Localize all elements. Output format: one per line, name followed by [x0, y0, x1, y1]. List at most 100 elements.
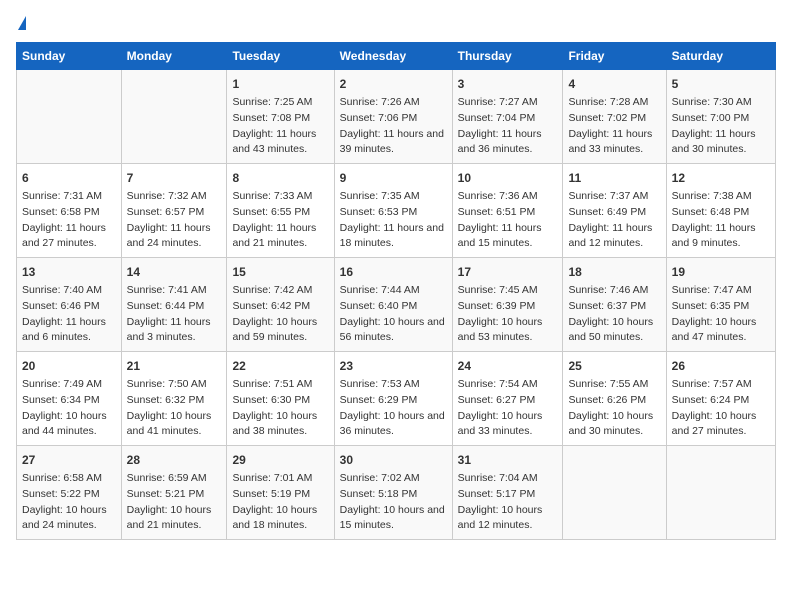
day-cell: 19 Sunrise: 7:47 AM Sunset: 6:35 PM Dayli…	[666, 258, 775, 352]
header-cell-sunday: Sunday	[17, 43, 122, 70]
day-content: Sunrise: 7:33 AM Sunset: 6:55 PM Dayligh…	[232, 189, 328, 252]
day-cell: 15 Sunrise: 7:42 AM Sunset: 6:42 PM Dayli…	[227, 258, 334, 352]
day-number: 17	[458, 263, 558, 281]
day-content: Sunrise: 7:28 AM Sunset: 7:02 PM Dayligh…	[568, 95, 660, 158]
day-cell: 18 Sunrise: 7:46 AM Sunset: 6:37 PM Dayli…	[563, 258, 666, 352]
day-number: 20	[22, 357, 116, 375]
day-cell: 4 Sunrise: 7:28 AM Sunset: 7:02 PM Daylig…	[563, 70, 666, 164]
day-cell: 8 Sunrise: 7:33 AM Sunset: 6:55 PM Daylig…	[227, 164, 334, 258]
day-content: Sunrise: 7:49 AM Sunset: 6:34 PM Dayligh…	[22, 377, 116, 440]
logo-icon	[18, 16, 26, 30]
day-number: 12	[672, 169, 770, 187]
day-cell: 9 Sunrise: 7:35 AM Sunset: 6:53 PM Daylig…	[334, 164, 452, 258]
day-number: 19	[672, 263, 770, 281]
day-number: 18	[568, 263, 660, 281]
day-number: 11	[568, 169, 660, 187]
day-content: Sunrise: 7:27 AM Sunset: 7:04 PM Dayligh…	[458, 95, 558, 158]
day-number: 8	[232, 169, 328, 187]
day-content: Sunrise: 7:47 AM Sunset: 6:35 PM Dayligh…	[672, 283, 770, 346]
day-cell	[563, 446, 666, 540]
day-content: Sunrise: 7:44 AM Sunset: 6:40 PM Dayligh…	[340, 283, 447, 346]
header-cell-saturday: Saturday	[666, 43, 775, 70]
day-cell: 25Sunrise: 7:55 AM Sunset: 6:26 PM Dayli…	[563, 352, 666, 446]
day-content: Sunrise: 7:30 AM Sunset: 7:00 PM Dayligh…	[672, 95, 770, 158]
day-content: Sunrise: 7:01 AM Sunset: 5:19 PM Dayligh…	[232, 471, 328, 534]
day-number: 30	[340, 451, 447, 469]
day-cell: 13Sunrise: 7:40 AM Sunset: 6:46 PM Dayli…	[17, 258, 122, 352]
header-cell-tuesday: Tuesday	[227, 43, 334, 70]
week-row-5: 27Sunrise: 6:58 AM Sunset: 5:22 PM Dayli…	[17, 446, 776, 540]
day-number: 28	[127, 451, 222, 469]
calendar-body: 1 Sunrise: 7:25 AM Sunset: 7:08 PM Daylig…	[17, 70, 776, 540]
week-row-2: 6 Sunrise: 7:31 AM Sunset: 6:58 PM Daylig…	[17, 164, 776, 258]
day-number: 16	[340, 263, 447, 281]
day-content: Sunrise: 7:36 AM Sunset: 6:51 PM Dayligh…	[458, 189, 558, 252]
day-content: Sunrise: 6:59 AM Sunset: 5:21 PM Dayligh…	[127, 471, 222, 534]
day-content: Sunrise: 7:45 AM Sunset: 6:39 PM Dayligh…	[458, 283, 558, 346]
day-number: 5	[672, 75, 770, 93]
week-row-4: 20 Sunrise: 7:49 AM Sunset: 6:34 PM Dayli…	[17, 352, 776, 446]
day-cell	[17, 70, 122, 164]
day-cell: 3 Sunrise: 7:27 AM Sunset: 7:04 PM Daylig…	[452, 70, 563, 164]
day-content: Sunrise: 7:42 AM Sunset: 6:42 PM Dayligh…	[232, 283, 328, 346]
day-number: 26	[672, 357, 770, 375]
day-number: 14	[127, 263, 222, 281]
day-number: 25	[568, 357, 660, 375]
header-cell-wednesday: Wednesday	[334, 43, 452, 70]
day-cell: 30 Sunrise: 7:02 AM Sunset: 5:18 PM Dayli…	[334, 446, 452, 540]
day-number: 15	[232, 263, 328, 281]
day-number: 1	[232, 75, 328, 93]
day-cell: 24Sunrise: 7:54 AM Sunset: 6:27 PM Dayli…	[452, 352, 563, 446]
day-content: Sunrise: 7:02 AM Sunset: 5:18 PM Dayligh…	[340, 471, 447, 534]
header-cell-monday: Monday	[121, 43, 227, 70]
calendar-table: SundayMondayTuesdayWednesdayThursdayFrid…	[16, 42, 776, 540]
day-number: 29	[232, 451, 328, 469]
day-cell: 11 Sunrise: 7:37 AM Sunset: 6:49 PM Dayli…	[563, 164, 666, 258]
day-number: 21	[127, 357, 222, 375]
day-cell	[121, 70, 227, 164]
week-row-1: 1 Sunrise: 7:25 AM Sunset: 7:08 PM Daylig…	[17, 70, 776, 164]
day-cell: 12Sunrise: 7:38 AM Sunset: 6:48 PM Dayli…	[666, 164, 775, 258]
day-cell: 10 Sunrise: 7:36 AM Sunset: 6:51 PM Dayli…	[452, 164, 563, 258]
day-cell: 17 Sunrise: 7:45 AM Sunset: 6:39 PM Dayli…	[452, 258, 563, 352]
day-content: Sunrise: 7:41 AM Sunset: 6:44 PM Dayligh…	[127, 283, 222, 346]
day-cell: 2Sunrise: 7:26 AM Sunset: 7:06 PM Daylig…	[334, 70, 452, 164]
day-cell: 29 Sunrise: 7:01 AM Sunset: 5:19 PM Dayli…	[227, 446, 334, 540]
day-content: Sunrise: 7:50 AM Sunset: 6:32 PM Dayligh…	[127, 377, 222, 440]
day-number: 2	[340, 75, 447, 93]
day-content: Sunrise: 7:46 AM Sunset: 6:37 PM Dayligh…	[568, 283, 660, 346]
day-cell: 26Sunrise: 7:57 AM Sunset: 6:24 PM Dayli…	[666, 352, 775, 446]
day-cell: 31 Sunrise: 7:04 AM Sunset: 5:17 PM Dayli…	[452, 446, 563, 540]
day-cell: 21 Sunrise: 7:50 AM Sunset: 6:32 PM Dayli…	[121, 352, 227, 446]
day-cell: 1 Sunrise: 7:25 AM Sunset: 7:08 PM Daylig…	[227, 70, 334, 164]
header-cell-thursday: Thursday	[452, 43, 563, 70]
week-row-3: 13Sunrise: 7:40 AM Sunset: 6:46 PM Dayli…	[17, 258, 776, 352]
day-cell: 6 Sunrise: 7:31 AM Sunset: 6:58 PM Daylig…	[17, 164, 122, 258]
day-number: 6	[22, 169, 116, 187]
day-content: Sunrise: 7:53 AM Sunset: 6:29 PM Dayligh…	[340, 377, 447, 440]
day-number: 9	[340, 169, 447, 187]
day-number: 4	[568, 75, 660, 93]
day-cell: 7 Sunrise: 7:32 AM Sunset: 6:57 PM Daylig…	[121, 164, 227, 258]
day-cell: 22Sunrise: 7:51 AM Sunset: 6:30 PM Dayli…	[227, 352, 334, 446]
day-cell: 5 Sunrise: 7:30 AM Sunset: 7:00 PM Daylig…	[666, 70, 775, 164]
day-cell	[666, 446, 775, 540]
day-content: Sunrise: 6:58 AM Sunset: 5:22 PM Dayligh…	[22, 471, 116, 534]
day-content: Sunrise: 7:25 AM Sunset: 7:08 PM Dayligh…	[232, 95, 328, 158]
day-content: Sunrise: 7:32 AM Sunset: 6:57 PM Dayligh…	[127, 189, 222, 252]
day-content: Sunrise: 7:31 AM Sunset: 6:58 PM Dayligh…	[22, 189, 116, 252]
day-number: 10	[458, 169, 558, 187]
day-content: Sunrise: 7:37 AM Sunset: 6:49 PM Dayligh…	[568, 189, 660, 252]
day-content: Sunrise: 7:35 AM Sunset: 6:53 PM Dayligh…	[340, 189, 447, 252]
day-cell: 20 Sunrise: 7:49 AM Sunset: 6:34 PM Dayli…	[17, 352, 122, 446]
header-cell-friday: Friday	[563, 43, 666, 70]
day-content: Sunrise: 7:04 AM Sunset: 5:17 PM Dayligh…	[458, 471, 558, 534]
day-number: 31	[458, 451, 558, 469]
day-number: 23	[340, 357, 447, 375]
page-header	[16, 16, 776, 30]
header-row: SundayMondayTuesdayWednesdayThursdayFrid…	[17, 43, 776, 70]
day-number: 3	[458, 75, 558, 93]
day-number: 24	[458, 357, 558, 375]
calendar-header: SundayMondayTuesdayWednesdayThursdayFrid…	[17, 43, 776, 70]
day-number: 7	[127, 169, 222, 187]
